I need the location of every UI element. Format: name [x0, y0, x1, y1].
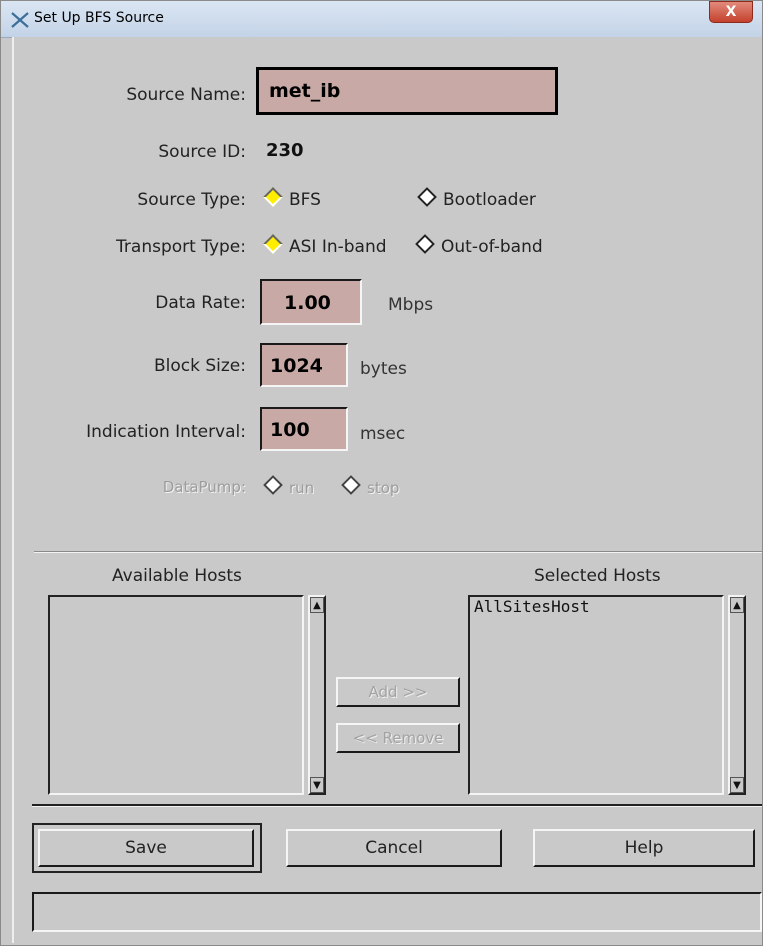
radio-datapump-stop[interactable]: stop [341, 475, 399, 497]
radio-unselected-icon [417, 187, 437, 207]
radio-selected-icon [263, 234, 283, 254]
source-name-input[interactable]: met_ib [256, 67, 558, 115]
separator [32, 804, 762, 807]
source-name-label: Source Name: [126, 85, 246, 105]
arrow-down-icon[interactable]: ▼ [730, 777, 744, 793]
source-type-label: Source Type: [137, 190, 246, 210]
dialog-window: Set Up BFS Source X Source Name: met_ib … [0, 0, 763, 946]
radio-source-bfs[interactable]: BFS [263, 187, 321, 210]
radio-transport-asi-inband[interactable]: ASI In-band [263, 234, 387, 257]
data-rate-unit: Mbps [388, 295, 434, 315]
selected-hosts-scrollbar[interactable]: ▲ ▼ [728, 595, 746, 795]
radio-disabled-icon [341, 475, 361, 495]
app-icon [11, 12, 29, 28]
indication-interval-unit: msec [360, 424, 406, 444]
remove-hosts-button[interactable]: << Remove [336, 723, 460, 753]
list-item[interactable]: AllSitesHost [474, 597, 590, 616]
selected-hosts-title: Selected Hosts [534, 566, 661, 586]
radio-disabled-icon [263, 475, 283, 495]
indication-interval-label: Indication Interval: [86, 422, 246, 442]
cancel-button[interactable]: Cancel [286, 829, 502, 867]
available-hosts-title: Available Hosts [112, 566, 242, 586]
title-bar[interactable]: Set Up BFS Source X [1, 1, 762, 38]
radio-selected-icon [263, 187, 283, 207]
selected-hosts-list[interactable]: AllSitesHost [468, 595, 724, 795]
source-id-value: 230 [266, 140, 304, 161]
radio-datapump-run[interactable]: run [263, 475, 314, 497]
status-bar [32, 892, 762, 932]
block-size-input[interactable]: 1024 [260, 343, 348, 387]
radio-unselected-icon [415, 234, 435, 254]
radio-transport-out-of-band[interactable]: Out-of-band [415, 234, 543, 257]
source-id-label: Source ID: [158, 142, 246, 162]
arrow-up-icon[interactable]: ▲ [730, 597, 744, 613]
data-rate-label: Data Rate: [155, 293, 246, 313]
indication-interval-input[interactable]: 100 [260, 407, 348, 451]
data-rate-input[interactable]: 1.00 [260, 279, 362, 325]
dialog-body: Source Name: met_ib Source ID: 230 Sourc… [12, 37, 762, 943]
block-size-label: Block Size: [153, 356, 246, 376]
close-icon[interactable]: X [709, 1, 753, 23]
available-hosts-list[interactable] [48, 595, 304, 795]
data-pump-label: DataPump: [162, 478, 246, 496]
arrow-up-icon[interactable]: ▲ [310, 597, 324, 613]
arrow-down-icon[interactable]: ▼ [310, 777, 324, 793]
separator [34, 551, 762, 553]
radio-source-bootloader[interactable]: Bootloader [417, 187, 536, 210]
available-hosts-scrollbar[interactable]: ▲ ▼ [308, 595, 326, 795]
transport-type-label: Transport Type: [116, 237, 246, 257]
block-size-unit: bytes [360, 359, 407, 379]
help-button[interactable]: Help [533, 829, 755, 867]
window-title: Set Up BFS Source [34, 10, 164, 26]
add-hosts-button[interactable]: Add >> [336, 677, 460, 707]
save-button[interactable]: Save [38, 829, 254, 867]
